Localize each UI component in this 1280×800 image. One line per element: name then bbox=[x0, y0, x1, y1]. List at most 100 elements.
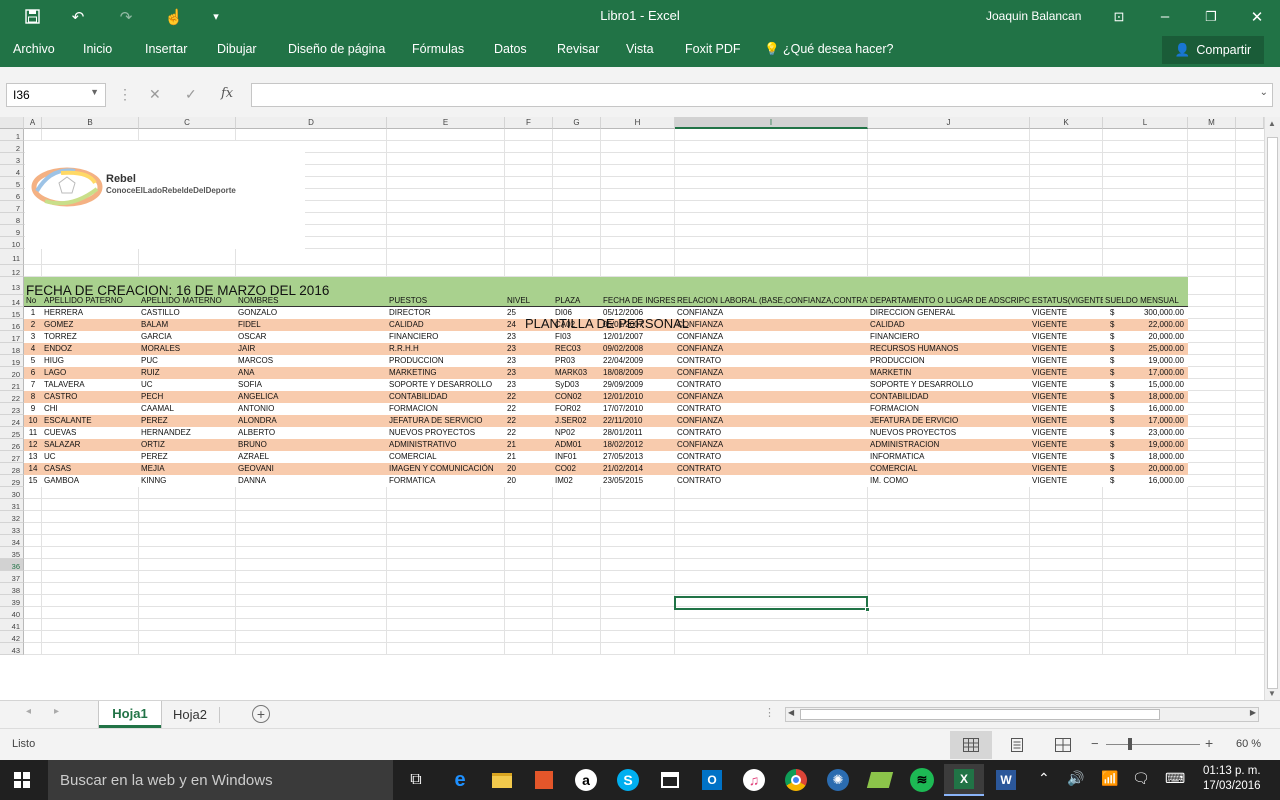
table-cell[interactable]: BRUNO bbox=[236, 439, 387, 451]
sheet-tab-hoja1[interactable]: Hoja1 bbox=[99, 701, 161, 728]
table-header-cell[interactable]: NIVEL bbox=[505, 295, 553, 307]
table-cell[interactable]: 4 bbox=[24, 343, 42, 355]
column-header-k[interactable]: K bbox=[1030, 117, 1103, 129]
table-cell[interactable]: CONFIANZA bbox=[675, 391, 868, 403]
action-center-icon[interactable]: 🗨 bbox=[1132, 770, 1150, 787]
table-cell[interactable]: HERRERA bbox=[42, 307, 139, 319]
table-cell[interactable]: CONFIANZA bbox=[675, 439, 868, 451]
table-cell[interactable]: CONTABILIDAD bbox=[868, 391, 1030, 403]
row-header-12[interactable]: 12 bbox=[0, 265, 24, 277]
table-cell[interactable]: MORALES bbox=[139, 343, 236, 355]
row-header-29[interactable]: 29 bbox=[0, 475, 24, 487]
row-header-25[interactable]: 25 bbox=[0, 427, 24, 439]
row-header-35[interactable]: 35 bbox=[0, 547, 24, 559]
table-cell[interactable]: 8 bbox=[24, 391, 42, 403]
edge-icon[interactable]: e bbox=[440, 764, 480, 796]
table-cell[interactable]: AZRAEL bbox=[236, 451, 387, 463]
row-header-34[interactable]: 34 bbox=[0, 535, 24, 547]
table-cell[interactable]: 17/07/2010 bbox=[601, 403, 675, 415]
table-cell[interactable]: 22/11/2010 bbox=[601, 415, 675, 427]
zoom-out-icon[interactable]: − bbox=[1091, 736, 1099, 751]
table-cell[interactable]: CONTRATO bbox=[675, 403, 868, 415]
table-cell[interactable]: CONTRATO bbox=[675, 451, 868, 463]
column-header-l[interactable]: L bbox=[1103, 117, 1188, 129]
column-header-c[interactable]: C bbox=[139, 117, 236, 129]
table-cell[interactable]: PRODUCCION bbox=[868, 355, 1030, 367]
windows-start-icon[interactable] bbox=[2, 764, 42, 796]
normal-view-button[interactable] bbox=[950, 731, 992, 759]
table-header-cell[interactable]: SUELDO MENSUAL bbox=[1103, 295, 1188, 307]
row-header-42[interactable]: 42 bbox=[0, 631, 24, 643]
table-cell[interactable]: CUEVAS bbox=[42, 427, 139, 439]
table-cell[interactable]: REC03 bbox=[553, 343, 601, 355]
table-cell[interactable]: JEFATURA DE ERVICIO bbox=[868, 415, 1030, 427]
table-cell[interactable]: 28/01/2011 bbox=[601, 427, 675, 439]
table-cell[interactable]: SOFIA bbox=[236, 379, 387, 391]
row-header-21[interactable]: 21 bbox=[0, 379, 24, 391]
table-cell[interactable]: CONFIANZA bbox=[675, 319, 868, 331]
table-cell[interactable]: 14 bbox=[24, 463, 42, 475]
add-sheet-icon[interactable]: + bbox=[252, 705, 270, 723]
table-cell[interactable]: ADM01 bbox=[553, 439, 601, 451]
row-header-5[interactable]: 5 bbox=[0, 177, 24, 189]
table-cell[interactable]: 7 bbox=[24, 379, 42, 391]
outlook-icon[interactable]: O bbox=[692, 764, 732, 796]
row-header-39[interactable]: 39 bbox=[0, 595, 24, 607]
table-cell[interactable]: CONFIANZA bbox=[675, 343, 868, 355]
customize-toolbar-icon[interactable]: ▾ bbox=[206, 0, 226, 33]
salary-cell[interactable]: 16,000.00 bbox=[1119, 403, 1188, 415]
expand-formula-icon[interactable]: ⌄ bbox=[1260, 87, 1268, 98]
table-cell[interactable]: GAMBOA bbox=[42, 475, 139, 487]
table-cell[interactable]: 12/01/2007 bbox=[601, 331, 675, 343]
table-cell[interactable]: BALAM bbox=[139, 319, 236, 331]
table-header-cell[interactable]: ESTATUS(VIGENTE) bbox=[1030, 295, 1103, 307]
table-cell[interactable]: SyD03 bbox=[553, 379, 601, 391]
row-header-26[interactable]: 26 bbox=[0, 439, 24, 451]
table-cell[interactable]: CALIDAD bbox=[868, 319, 1030, 331]
table-cell[interactable]: VIGENTE bbox=[1030, 391, 1103, 403]
zoom-slider[interactable] bbox=[1106, 744, 1200, 745]
tab-vista[interactable]: Vista bbox=[626, 42, 654, 56]
row-header-14[interactable]: 14 bbox=[0, 295, 24, 307]
table-cell[interactable]: CASAS bbox=[42, 463, 139, 475]
table-cell[interactable]: 12/01/2010 bbox=[601, 391, 675, 403]
table-cell[interactable]: KINNG bbox=[139, 475, 236, 487]
confirm-entry-icon[interactable]: ✓ bbox=[185, 86, 197, 103]
row-header-36[interactable]: 36 bbox=[0, 559, 24, 571]
table-cell[interactable]: VIGENTE bbox=[1030, 451, 1103, 463]
scroll-left-icon[interactable]: ◀ bbox=[788, 708, 794, 717]
table-cell[interactable]: 29/09/2009 bbox=[601, 379, 675, 391]
table-header-cell[interactable]: DEPARTAMENTO O LUGAR DE ADSCRIPCION bbox=[868, 295, 1030, 307]
table-cell[interactable]: 22/04/2009 bbox=[601, 355, 675, 367]
table-cell[interactable]: 12 bbox=[24, 439, 42, 451]
salary-cell[interactable]: 18,000.00 bbox=[1119, 391, 1188, 403]
table-cell[interactable]: 21/02/2014 bbox=[601, 463, 675, 475]
table-cell[interactable]: MARCOS bbox=[236, 355, 387, 367]
row-header-13[interactable]: 13 bbox=[0, 277, 24, 295]
table-cell[interactable]: 22 bbox=[505, 427, 553, 439]
row-header-24[interactable]: 24 bbox=[0, 415, 24, 427]
table-cell[interactable]: VIGENTE bbox=[1030, 463, 1103, 475]
table-cell[interactable]: 22 bbox=[505, 403, 553, 415]
table-cell[interactable]: PECH bbox=[139, 391, 236, 403]
table-cell[interactable]: SOPORTE Y DESARROLLO bbox=[387, 379, 505, 391]
salary-cell[interactable]: 17,000.00 bbox=[1119, 367, 1188, 379]
salary-cell[interactable]: 22,000.00 bbox=[1119, 319, 1188, 331]
ribbon-display-icon[interactable]: ⊡ bbox=[1104, 0, 1134, 33]
table-cell[interactable]: ENDOZ bbox=[42, 343, 139, 355]
page-layout-view-icon[interactable] bbox=[1009, 738, 1025, 752]
row-header-40[interactable]: 40 bbox=[0, 607, 24, 619]
row-header-41[interactable]: 41 bbox=[0, 619, 24, 631]
table-cell[interactable]: 20 bbox=[505, 475, 553, 487]
tab-dibujar[interactable]: Dibujar bbox=[217, 42, 257, 56]
table-cell[interactable]: FINANCIERO bbox=[387, 331, 505, 343]
table-cell[interactable]: 05/01/2007 bbox=[601, 319, 675, 331]
tab-split-handle[interactable]: ⋮ bbox=[764, 706, 775, 719]
table-cell[interactable]: VIGENTE bbox=[1030, 415, 1103, 427]
save-icon[interactable] bbox=[18, 0, 46, 33]
table-cell[interactable]: LAGO bbox=[42, 367, 139, 379]
scroll-up-icon[interactable]: ▲ bbox=[1268, 119, 1276, 128]
user-name[interactable]: Joaquin Balancan bbox=[986, 9, 1081, 23]
row-header-15[interactable]: 15 bbox=[0, 307, 24, 319]
table-cell[interactable]: IMAGEN Y COMUNICACIÓN bbox=[387, 463, 505, 475]
